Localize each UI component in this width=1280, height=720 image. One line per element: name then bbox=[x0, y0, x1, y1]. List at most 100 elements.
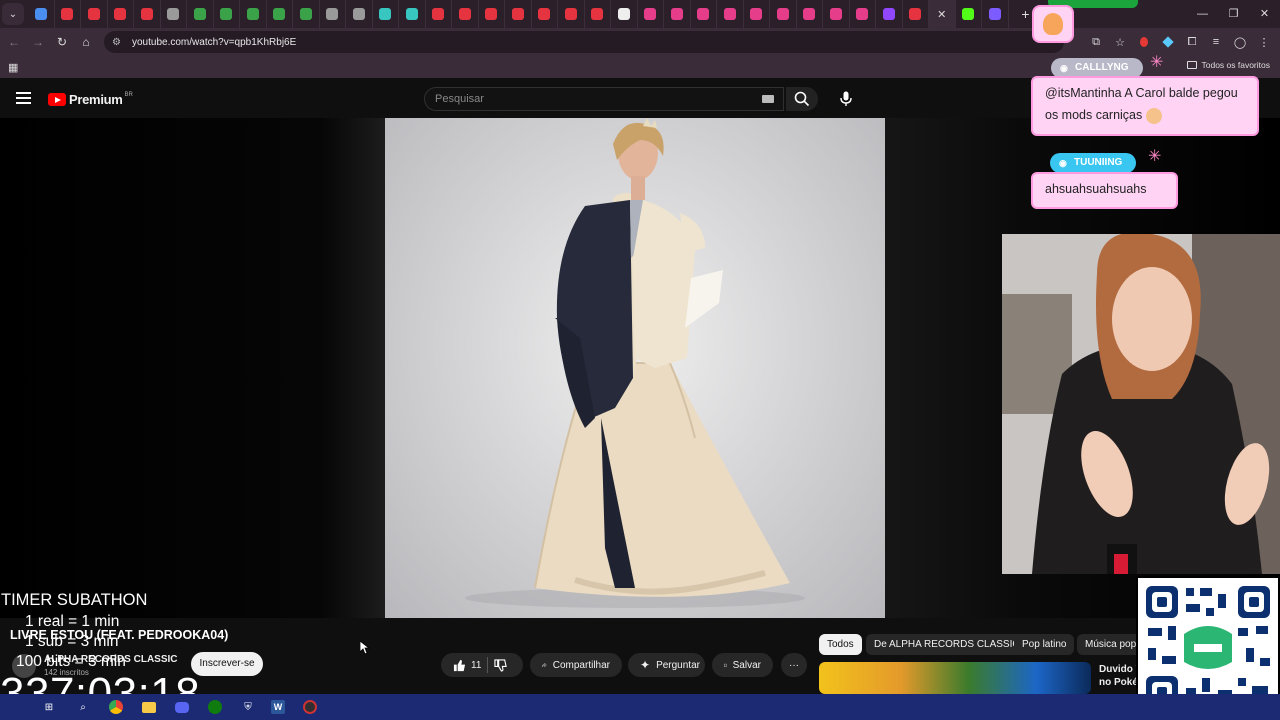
browser-tab[interactable] bbox=[876, 0, 903, 28]
browser-tab[interactable] bbox=[452, 0, 479, 28]
tab-favicon-icon bbox=[352, 8, 365, 20]
browser-tab[interactable] bbox=[293, 0, 320, 28]
browser-tab[interactable] bbox=[479, 0, 505, 28]
minimize-icon[interactable]: — bbox=[1187, 0, 1218, 28]
share-button[interactable]: Compartilhar bbox=[530, 653, 622, 677]
thumbs-down-icon[interactable] bbox=[494, 658, 508, 672]
tab-favicon-icon bbox=[458, 8, 471, 20]
browser-tab[interactable] bbox=[903, 0, 929, 28]
more-actions-button[interactable]: ··· bbox=[781, 653, 807, 677]
like-button[interactable]: 11 bbox=[453, 659, 481, 672]
search-taskbar-icon[interactable]: ⌕ bbox=[75, 699, 91, 715]
browser-tab[interactable] bbox=[81, 0, 108, 28]
browser-tab[interactable] bbox=[744, 0, 770, 28]
tab-favicon-icon bbox=[220, 8, 233, 20]
reload-icon[interactable]: ↻ bbox=[50, 35, 74, 49]
subathon-rule-1: 1 real = 1 min bbox=[25, 613, 120, 630]
extensions-icon[interactable]: ⧠ bbox=[1184, 34, 1200, 50]
menu-icon[interactable]: ⋮ bbox=[1256, 34, 1272, 50]
app-icon bbox=[988, 8, 1001, 20]
browser-tab[interactable] bbox=[558, 0, 585, 28]
browser-tab[interactable] bbox=[134, 0, 161, 28]
search-button[interactable] bbox=[786, 87, 818, 111]
browser-tab[interactable] bbox=[108, 0, 134, 28]
apps-grid-icon[interactable]: ▦ bbox=[8, 61, 18, 74]
video-thumbnail-figure bbox=[465, 118, 805, 608]
save-button[interactable]: Salvar bbox=[712, 653, 773, 677]
browser-tab[interactable] bbox=[161, 0, 187, 28]
xbox-icon[interactable] bbox=[207, 699, 223, 715]
discord-icon[interactable] bbox=[174, 699, 190, 715]
voice-search-button[interactable] bbox=[833, 87, 859, 111]
install-app-icon[interactable]: ⧉ bbox=[1088, 34, 1104, 50]
browser-tab[interactable] bbox=[823, 0, 850, 28]
search-input[interactable]: Pesquisar bbox=[424, 87, 784, 111]
all-bookmarks[interactable]: Todos os favoritos bbox=[1187, 60, 1270, 70]
chip-latin-pop[interactable]: Pop latino bbox=[1014, 634, 1075, 655]
browser-tab[interactable] bbox=[664, 0, 691, 28]
ask-button[interactable]: ✦ Perguntar bbox=[628, 653, 705, 677]
more-icon: ··· bbox=[789, 659, 799, 671]
browser-tab[interactable] bbox=[532, 0, 558, 28]
extension-blue-icon[interactable] bbox=[1160, 34, 1176, 50]
country-code: BR bbox=[124, 91, 133, 98]
extension-red-icon[interactable] bbox=[1136, 34, 1152, 50]
browser-tab[interactable] bbox=[770, 0, 797, 28]
bookmark-star-icon[interactable]: ☆ bbox=[1112, 34, 1128, 50]
save-label: Salvar bbox=[732, 659, 761, 671]
browser-tab[interactable] bbox=[638, 0, 664, 28]
browser-tab[interactable] bbox=[28, 0, 55, 28]
file-explorer-icon[interactable] bbox=[141, 699, 157, 715]
obs-icon[interactable] bbox=[302, 699, 318, 715]
browser-tab[interactable] bbox=[267, 0, 293, 28]
home-icon[interactable]: ⌂ bbox=[74, 35, 98, 49]
related-video-thumbnail[interactable] bbox=[819, 662, 1091, 694]
browser-tab[interactable] bbox=[691, 0, 717, 28]
address-bar[interactable]: ⚙ youtube.com/watch?v=qpb1KhRbj6E bbox=[104, 31, 1064, 53]
browser-tab[interactable] bbox=[373, 0, 399, 28]
chrome-icon[interactable] bbox=[108, 699, 124, 715]
browser-tab[interactable] bbox=[505, 0, 532, 28]
user-badge-icon: ◉ bbox=[1059, 158, 1067, 168]
sparkle-icon: ✳ bbox=[1148, 148, 1162, 165]
search-icon bbox=[794, 91, 810, 107]
browser-tab[interactable] bbox=[187, 0, 214, 28]
security-icon[interactable]: ⛨ bbox=[240, 699, 256, 715]
tab-search-icon[interactable]: ⌄ bbox=[2, 3, 24, 25]
browser-tab[interactable] bbox=[399, 0, 426, 28]
browser-tab[interactable] bbox=[611, 0, 638, 28]
keyboard-icon[interactable] bbox=[762, 95, 774, 103]
close-tab-icon[interactable]: ✕ bbox=[937, 8, 946, 21]
browser-tab[interactable] bbox=[850, 0, 876, 28]
browser-tab[interactable] bbox=[240, 0, 267, 28]
youtube-logo[interactable]: Premium BR bbox=[48, 92, 133, 107]
browser-tab[interactable] bbox=[717, 0, 744, 28]
chip-all[interactable]: Todos bbox=[819, 634, 862, 655]
close-window-icon[interactable]: ✕ bbox=[1249, 0, 1280, 28]
browser-tab[interactable] bbox=[320, 0, 346, 28]
tab-list bbox=[28, 0, 929, 28]
chip-channel[interactable]: De ALPHA RECORDS CLASSIC bbox=[866, 634, 1028, 655]
browser-tab[interactable] bbox=[214, 0, 240, 28]
chat-badge-user-2: ◉ TUUNIING bbox=[1050, 153, 1137, 173]
subscribe-button[interactable]: Inscrever-se bbox=[191, 652, 263, 676]
browser-tab[interactable] bbox=[585, 0, 611, 28]
forward-icon[interactable]: → bbox=[26, 35, 50, 49]
logo-text: Premium bbox=[69, 92, 123, 107]
tab-list-icon[interactable]: ≡ bbox=[1208, 34, 1224, 50]
start-icon[interactable]: ⊞ bbox=[41, 699, 57, 715]
browser-tab[interactable] bbox=[346, 0, 373, 28]
profile-icon[interactable]: ◯ bbox=[1232, 34, 1248, 50]
word-icon[interactable]: W bbox=[270, 699, 286, 715]
site-info-icon[interactable]: ⚙ bbox=[112, 37, 124, 48]
active-tab[interactable]: ✕ bbox=[929, 0, 956, 28]
browser-tab[interactable] bbox=[426, 0, 452, 28]
tab-extra[interactable] bbox=[982, 0, 1009, 28]
browser-tab[interactable] bbox=[55, 0, 81, 28]
hamburger-menu-icon[interactable] bbox=[16, 92, 31, 104]
back-icon[interactable]: ← bbox=[2, 35, 26, 49]
tab-kick[interactable] bbox=[956, 0, 982, 28]
browser-tab[interactable] bbox=[797, 0, 823, 28]
restore-icon[interactable]: ❐ bbox=[1218, 0, 1249, 28]
chip-pop-music[interactable]: Música pop bbox=[1077, 634, 1145, 655]
